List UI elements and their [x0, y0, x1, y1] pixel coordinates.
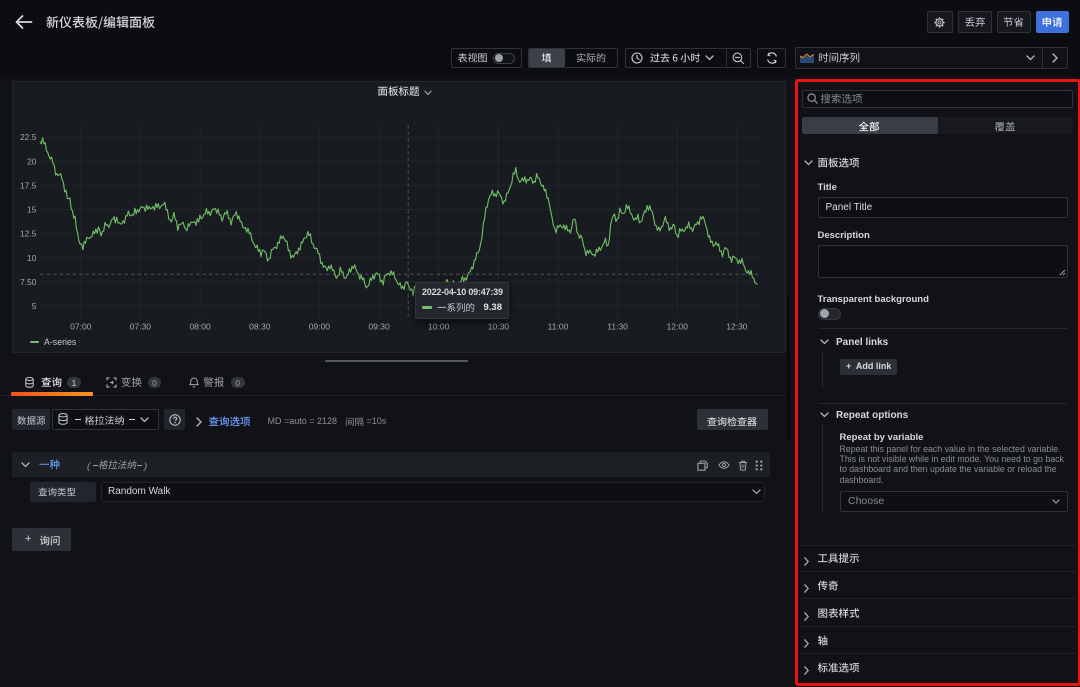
svg-text:12.5: 12.5 — [20, 229, 37, 239]
svg-text:10:30: 10:30 — [488, 322, 510, 332]
svg-text:08:00: 08:00 — [189, 322, 211, 332]
svg-text:11:00: 11:00 — [548, 322, 569, 332]
svg-text:12:30: 12:30 — [726, 322, 748, 332]
svg-text:10:00: 10:00 — [428, 322, 450, 332]
svg-text:17.5: 17.5 — [20, 180, 37, 190]
svg-text:15: 15 — [27, 205, 37, 215]
svg-text:09:00: 09:00 — [309, 322, 331, 332]
svg-text:20: 20 — [27, 156, 37, 166]
svg-text:07:00: 07:00 — [70, 322, 92, 332]
svg-text:09:30: 09:30 — [368, 322, 390, 332]
svg-text:08:30: 08:30 — [249, 322, 271, 332]
svg-text:10: 10 — [27, 253, 37, 263]
svg-text:07:30: 07:30 — [130, 322, 152, 332]
svg-text:5: 5 — [32, 301, 37, 311]
svg-text:12:00: 12:00 — [667, 322, 689, 332]
svg-text:7.50: 7.50 — [20, 277, 37, 287]
svg-text:22.5: 22.5 — [20, 132, 37, 142]
svg-text:11:30: 11:30 — [607, 322, 628, 332]
